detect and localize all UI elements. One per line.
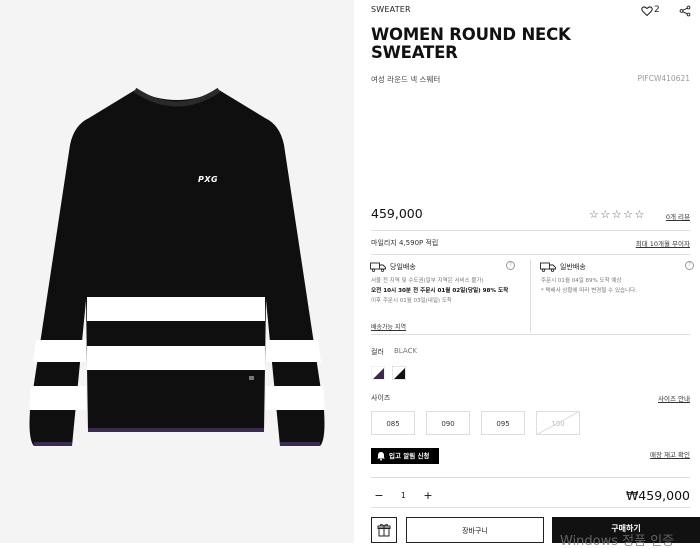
gift-icon <box>377 523 391 537</box>
bell-icon <box>377 452 385 461</box>
divider <box>371 230 690 231</box>
color-selected: BLACK <box>394 347 418 355</box>
divider <box>371 334 690 335</box>
same-day-shipping: 당일배송 ? 서울 전 지역 및 수도권(일부 지역은 서비스 불가) 오전 1… <box>361 259 515 327</box>
quantity-value[interactable]: 1 <box>401 491 406 500</box>
product-info-panel: SWEATER 2 WOMEN ROUND NECK SWEATER 여성 라운… <box>354 0 700 549</box>
size-guide-link[interactable]: 사이즈 안내 <box>658 393 690 403</box>
size-option[interactable]: 090 <box>426 411 470 435</box>
regular-title: 일반배송 <box>560 263 586 271</box>
share-icon[interactable] <box>679 5 691 17</box>
category-label[interactable]: SWEATER <box>371 5 411 14</box>
gift-button[interactable] <box>371 517 397 543</box>
add-to-cart-button[interactable]: 장바구니 <box>406 517 544 543</box>
divider <box>371 507 690 508</box>
same-day-title: 당일배송 <box>390 263 416 271</box>
quantity-decrease-button[interactable]: − <box>374 489 384 502</box>
same-day-eta: 오전 10시 30분 전 주문시 01월 02일(당일) 98% 도착 <box>371 288 509 294</box>
help-icon[interactable]: ? <box>685 261 694 270</box>
divider <box>371 477 690 478</box>
quantity-increase-button[interactable]: + <box>423 489 433 502</box>
size-option[interactable]: 095 <box>481 411 525 435</box>
installment-link[interactable]: 최대 10개월 무이자 <box>636 238 690 248</box>
same-day-line3: 이후 주문시 01월 03일(내일) 도착 <box>371 298 452 304</box>
truck-icon <box>540 262 556 272</box>
logo-text: PXG <box>198 175 219 184</box>
size-label: 사이즈 <box>371 394 391 402</box>
regular-line1: 주문시 01월 04일 89% 도착 예상 <box>541 278 622 284</box>
product-subtitle: 여성 라운드 넥 스웨터 <box>371 75 441 84</box>
like-count: 2 <box>654 5 660 15</box>
color-label: 컬러 <box>371 348 384 356</box>
truck-icon <box>370 262 386 272</box>
product-image-panel: PXG <box>0 0 354 543</box>
divider <box>371 254 690 255</box>
product-image <box>29 87 325 446</box>
regular-line2: * 택배사 상황에 따라 변경될 수 있습니다. <box>541 288 637 294</box>
mileage-text: 마일리지 4,590P 적립 <box>371 239 439 247</box>
delivery-area-link[interactable]: 배송가능 지역 <box>371 322 406 331</box>
size-option[interactable]: 085 <box>371 411 415 435</box>
windows-activation-watermark: Windows 정품 인증 <box>560 534 675 549</box>
heart-icon[interactable] <box>641 5 653 17</box>
shipping-divider <box>530 260 531 332</box>
product-title: WOMEN ROUND NECK SWEATER <box>371 25 571 62</box>
color-swatch-purple[interactable] <box>371 366 385 380</box>
same-day-line1: 서울 전 지역 및 수도권(일부 지역은 서비스 불가) <box>371 278 484 284</box>
total-price: ₩459,000 <box>625 488 690 503</box>
regular-shipping: 일반배송 ? 주문시 01월 04일 89% 도착 예상 * 택배사 상황에 따… <box>540 259 694 327</box>
rating-stars: ☆☆☆☆☆ <box>589 208 646 221</box>
color-swatch-black[interactable] <box>392 366 406 380</box>
help-icon[interactable]: ? <box>506 261 515 270</box>
product-price: 459,000 <box>371 206 423 221</box>
reviews-link[interactable]: 0개 리뷰 <box>666 211 690 221</box>
product-code: PIFCW410621 <box>637 74 690 83</box>
store-stock-link[interactable]: 매장 재고 확인 <box>650 449 690 459</box>
soldout-slash <box>536 411 580 435</box>
